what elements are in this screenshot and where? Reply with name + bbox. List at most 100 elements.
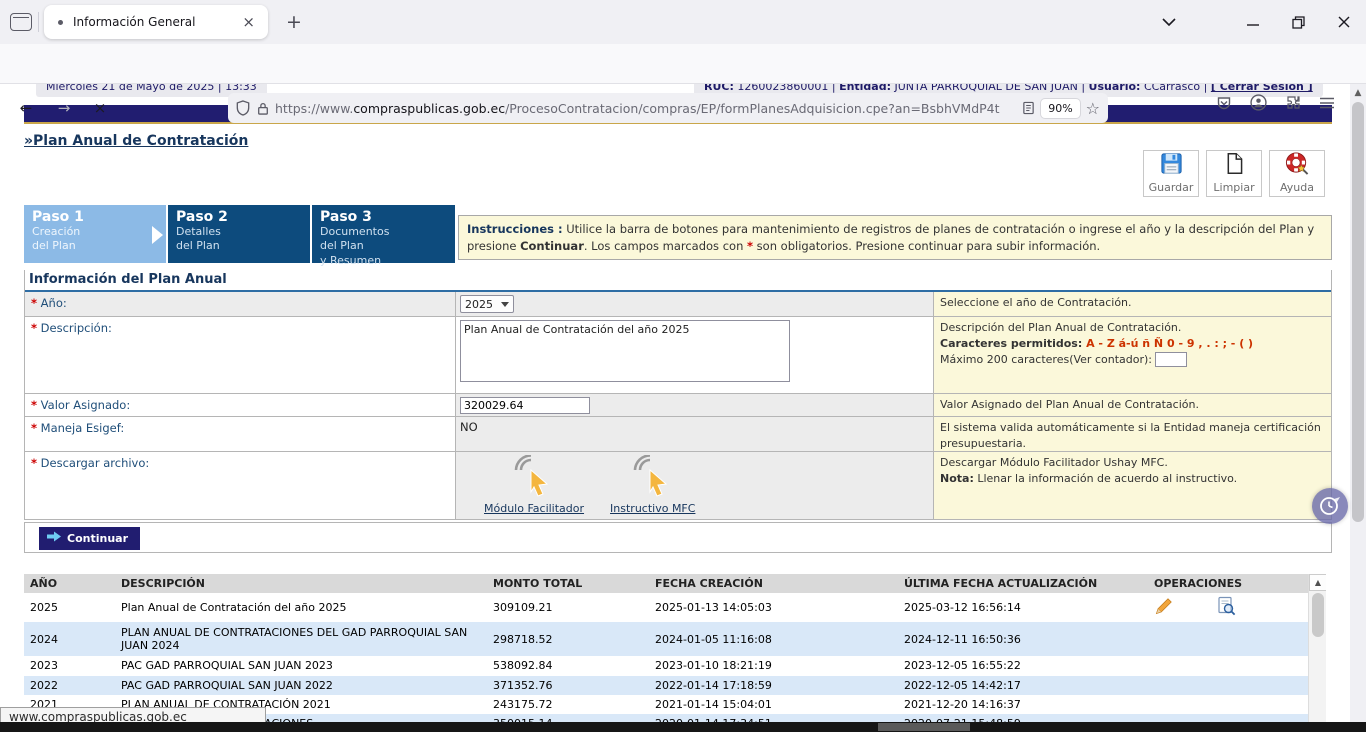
- cell-year: 2025: [24, 598, 115, 617]
- instructivo-mfc-link[interactable]: Instructivo MFC: [610, 502, 695, 515]
- stop-button[interactable]: ×: [86, 96, 114, 120]
- browser-toolbar: ← → × https://www.compraspublicas.gob.ec…: [0, 44, 1366, 84]
- descargar-help: Descargar Módulo Facilitador Ushay MFC. …: [934, 452, 1331, 519]
- form-row-descargar: * Descargar archivo: Módulo Facilitador …: [25, 452, 1331, 519]
- step-2-title: Paso 2: [176, 209, 310, 225]
- edit-pencil-icon[interactable]: [1154, 596, 1174, 619]
- tab-attention-dot-icon: [58, 20, 63, 25]
- table-row[interactable]: 2024 PLAN ANUAL DE CONTRATACIONES DEL GA…: [24, 622, 1308, 656]
- anio-select[interactable]: 2025: [460, 295, 514, 313]
- tab-list-chevron-icon[interactable]: [1154, 8, 1184, 36]
- col-header-fecha-creacion: FECHA CREACIÓN: [649, 574, 898, 593]
- horizontal-scroll-thumb[interactable]: [878, 723, 970, 731]
- window-scrollbar[interactable]: ▲: [1350, 84, 1366, 732]
- ushay-download-icon[interactable]: [513, 455, 555, 502]
- window-minimize-button[interactable]: [1238, 8, 1268, 36]
- blank-page-icon: [1223, 151, 1246, 180]
- zoom-level-button[interactable]: 90%: [1041, 99, 1079, 118]
- firefox-view-icon[interactable]: [10, 13, 32, 31]
- forward-button[interactable]: →: [50, 96, 78, 120]
- col-header-anio: AÑO: [24, 574, 115, 593]
- cell-amount: 243175.72: [487, 695, 649, 714]
- preview-document-icon[interactable]: [1216, 596, 1236, 619]
- esigef-value: NO: [460, 420, 478, 434]
- plan-form: Información del Plan Anual * Año: 2025 S…: [24, 270, 1332, 520]
- cell-created: 2022-01-14 17:18:59: [649, 676, 898, 695]
- plans-table: AÑO DESCRIPCIÓN MONTO TOTAL FECHA CREACI…: [24, 574, 1326, 722]
- lifebuoy-help-icon: [1284, 151, 1310, 180]
- cell-updated: 2025-03-12 16:56:14: [898, 598, 1148, 617]
- scroll-up-icon[interactable]: ▲: [1350, 84, 1366, 98]
- instructivo-download-icon[interactable]: [632, 455, 674, 502]
- descripcion-help: Descripción del Plan Anual de Contrataci…: [934, 317, 1331, 393]
- reader-view-icon[interactable]: [1022, 101, 1035, 115]
- pocket-icon[interactable]: [1216, 94, 1232, 111]
- continue-row: Continuar: [24, 522, 1332, 553]
- select-chevron-icon: [501, 302, 509, 307]
- shield-icon[interactable]: [236, 100, 250, 116]
- form-row-valor: * Valor Asignado: Valor Asignado del Pla…: [25, 394, 1331, 417]
- table-row[interactable]: 2022 PAC GAD PARROQUIAL SAN JUAN 2022 37…: [24, 676, 1308, 695]
- new-tab-button[interactable]: +: [280, 8, 308, 36]
- lock-icon[interactable]: [257, 101, 269, 116]
- browser-tab[interactable]: Información General ×: [44, 5, 268, 39]
- modulo-facilitador-link[interactable]: Módulo Facilitador: [484, 502, 584, 515]
- bookmark-star-icon[interactable]: ☆: [1086, 99, 1100, 118]
- cell-updated: 2020-07-21 15:48:59: [898, 714, 1148, 722]
- continuar-button[interactable]: Continuar: [39, 527, 140, 550]
- step-1-title: Paso 1: [32, 209, 166, 225]
- step-3-documentos[interactable]: Paso 3 Documentos del Plan y Resumen: [312, 205, 455, 263]
- form-row-esigef: * Maneja Esigef: NO El sistema valida au…: [25, 417, 1331, 452]
- anio-label: Año:: [41, 296, 67, 310]
- guardar-label: Guardar: [1149, 181, 1194, 194]
- cell-amount: 350015.14: [487, 714, 649, 722]
- table-scrollbar[interactable]: ▲: [1308, 574, 1326, 722]
- table-scroll-up-icon[interactable]: ▲: [1309, 574, 1326, 591]
- form-row-anio: * Año: 2025 Seleccione el año de Contrat…: [25, 292, 1331, 317]
- step-3-title: Paso 3: [320, 209, 455, 225]
- page-title: »Plan Anual de Contratación: [24, 133, 248, 149]
- url-bar[interactable]: https://www.compraspublicas.gob.ec/Proce…: [228, 93, 1108, 123]
- tab-title: Información General: [73, 15, 239, 29]
- cell-description: PAC GAD PARROQUIAL SAN JUAN 2023: [115, 656, 487, 676]
- limpiar-button[interactable]: Limpiar: [1206, 150, 1262, 197]
- account-icon[interactable]: [1250, 94, 1267, 111]
- step-2-detalles[interactable]: Paso 2 Detalles del Plan: [168, 205, 310, 263]
- table-row[interactable]: 2023 PAC GAD PARROQUIAL SAN JUAN 2023 53…: [24, 656, 1308, 676]
- session-timer-widget[interactable]: [1312, 488, 1348, 524]
- menu-hamburger-icon[interactable]: [1319, 94, 1335, 111]
- col-header-monto: MONTO TOTAL: [487, 574, 649, 593]
- step-arrow-icon: [152, 226, 163, 244]
- descripcion-label: Descripción:: [41, 321, 112, 335]
- extensions-puzzle-icon[interactable]: [1285, 94, 1301, 111]
- cell-updated: 2021-12-20 14:16:37: [898, 695, 1148, 714]
- table-scroll-thumb[interactable]: [1312, 593, 1324, 637]
- horizontal-scrollbar[interactable]: [0, 722, 1366, 732]
- cell-created: 2023-01-10 18:21:19: [649, 656, 898, 676]
- guardar-button[interactable]: Guardar: [1143, 150, 1199, 197]
- cell-year: 2023: [24, 656, 115, 676]
- ayuda-button[interactable]: Ayuda: [1269, 150, 1325, 197]
- window-close-button[interactable]: [1329, 8, 1359, 36]
- ayuda-label: Ayuda: [1280, 181, 1314, 194]
- cell-amount: 371352.76: [487, 676, 649, 695]
- back-button[interactable]: ←: [12, 96, 40, 120]
- esigef-label: Maneja Esigef:: [41, 421, 125, 435]
- form-section-title: Información del Plan Anual: [25, 270, 1331, 292]
- cell-created: 2021-01-14 15:04:01: [649, 695, 898, 714]
- cell-amount: 298718.52: [487, 630, 649, 649]
- window-restore-button[interactable]: [1283, 8, 1313, 36]
- descripcion-textarea[interactable]: Plan Anual de Contratación del año 2025: [460, 320, 790, 382]
- step-1-subtitle: Creación del Plan: [32, 225, 166, 254]
- valor-input[interactable]: [460, 397, 590, 414]
- scroll-thumb[interactable]: [1352, 102, 1364, 522]
- step-1-creacion[interactable]: Paso 1 Creación del Plan: [24, 205, 166, 263]
- limpiar-label: Limpiar: [1213, 181, 1254, 194]
- cell-year: 2024: [24, 630, 115, 649]
- char-counter-input[interactable]: [1155, 352, 1187, 367]
- cell-created: 2025-01-13 14:05:03: [649, 598, 898, 617]
- url-text[interactable]: https://www.compraspublicas.gob.ec/Proce…: [275, 101, 1022, 116]
- cell-description: Plan Anual de Contratación del año 2025: [115, 598, 487, 617]
- table-row[interactable]: 2025 Plan Anual de Contratación del año …: [24, 593, 1308, 622]
- tab-close-icon[interactable]: ×: [239, 13, 258, 31]
